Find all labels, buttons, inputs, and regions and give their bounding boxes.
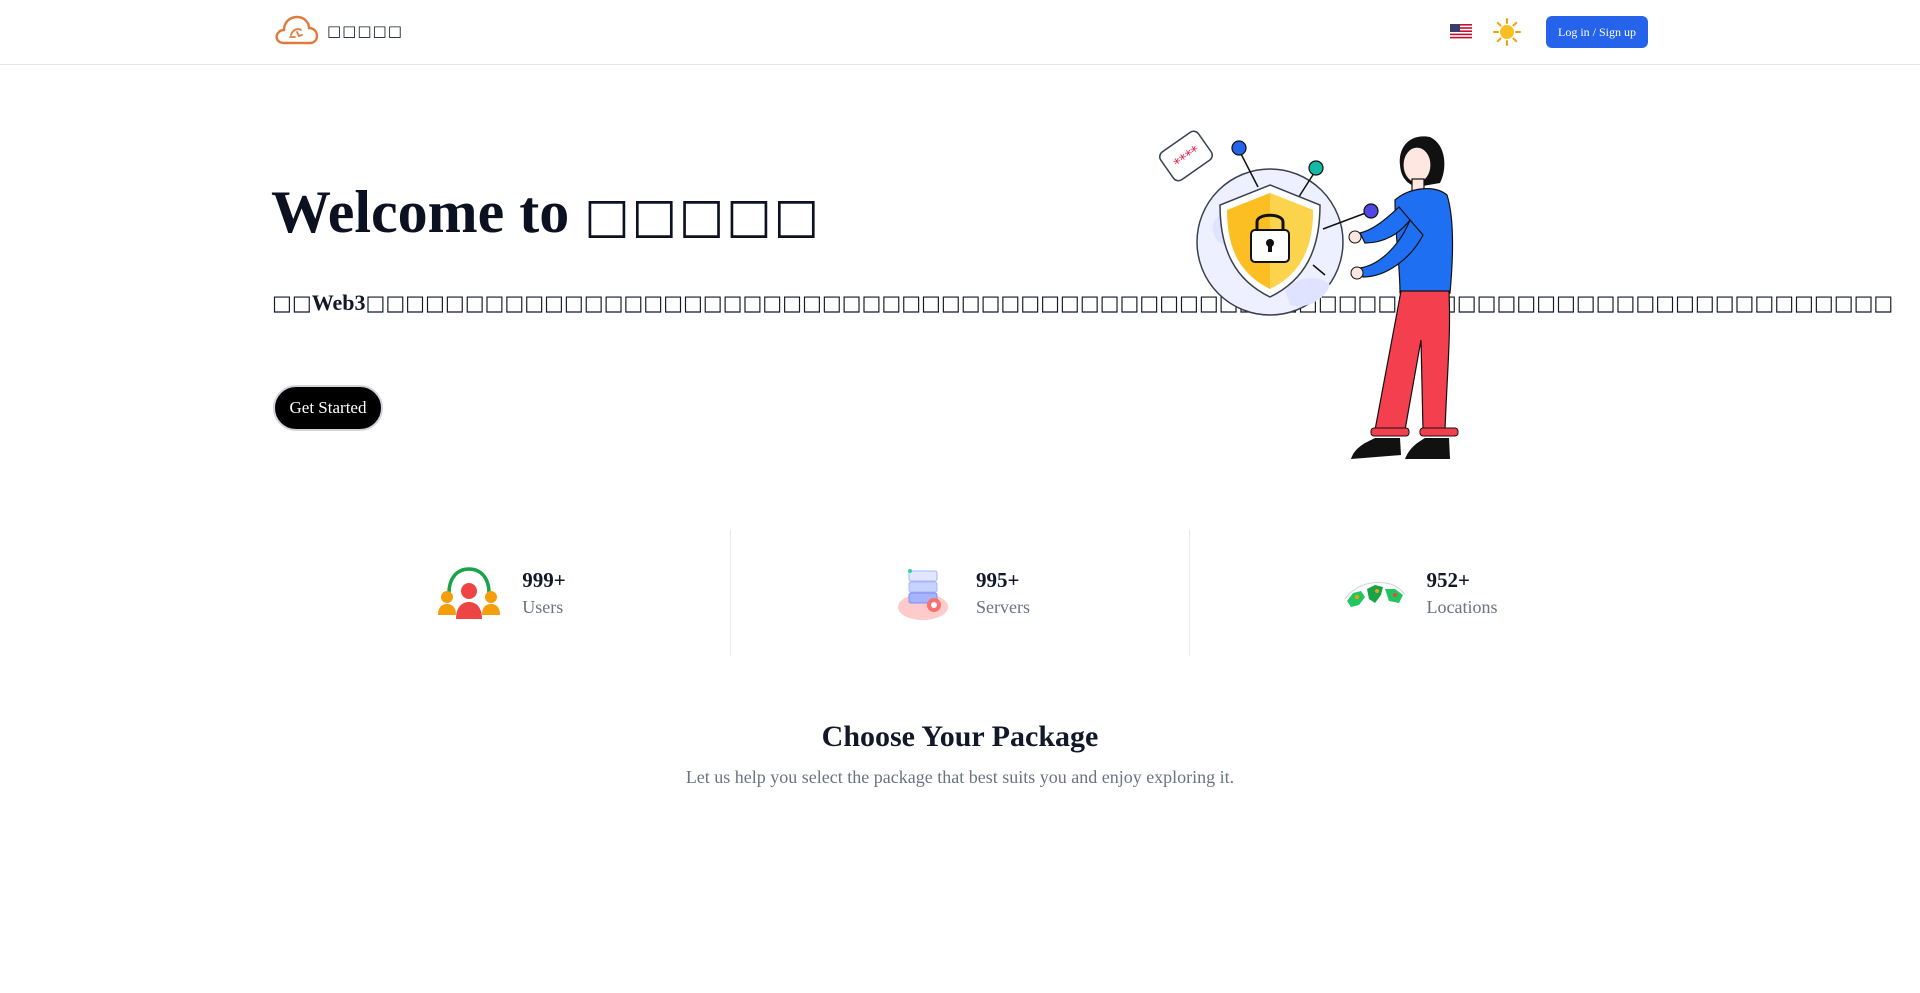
stat-servers-text: 995+ Servers	[976, 566, 1030, 620]
brand-name: □□□□□	[327, 22, 403, 40]
security-shield-woman-illustration: ****	[1159, 130, 1459, 459]
stat-locations-label: Locations	[1426, 597, 1498, 617]
stat-locations: 952+ Locations	[1190, 530, 1648, 656]
packages-title: Choose Your Package	[821, 720, 1099, 753]
stat-users-label: Users	[522, 597, 564, 617]
stat-users: 999+ Users	[272, 530, 731, 656]
stats-row: 999+ Users 995+ Servers 952+ Locations	[272, 530, 1648, 656]
stat-locations-text: 952+ Locations	[1427, 566, 1498, 620]
stat-users-text: 999+ Users	[522, 566, 565, 620]
password-bubble-icon: ****	[1159, 130, 1213, 182]
hero-title: Welcome to □□□□□	[271, 178, 821, 247]
stat-servers-label: Servers	[976, 597, 1030, 617]
brand-home-link[interactable]: □□□□□	[273, 13, 403, 49]
hero-desc-rest: □□□□□□□□□□□□□□□□□□□□□□□□□□□□□□□□□□□□□□□□…	[365, 291, 1894, 315]
users-icon	[438, 567, 501, 619]
stat-locations-value: 952+	[1426, 568, 1470, 592]
login-signup-button[interactable]: Log in / Sign up	[1545, 16, 1648, 48]
hero-desc-lead: □□	[272, 291, 312, 315]
stat-servers-value: 995+	[976, 568, 1020, 592]
us-flag-icon[interactable]	[1449, 24, 1472, 40]
servers-icon	[898, 569, 948, 620]
hero-title-brand: □□□□□	[584, 188, 821, 244]
sun-icon[interactable]	[1492, 17, 1522, 47]
stat-users-value: 999+	[522, 568, 566, 592]
hero-desc-bold: Web3	[311, 290, 366, 315]
world-map-icon	[1344, 582, 1405, 607]
packages-subtitle: Let us help you select the package that …	[685, 767, 1235, 787]
top-navbar: □□□□□ Log in / Sign up	[0, 0, 1920, 65]
header-actions: Log in / Sign up	[1449, 16, 1648, 48]
get-started-button[interactable]: Get Started	[273, 385, 383, 431]
hero-description: □□Web3□□□□□□□□□□□□□□□□□□□□□□□□□□□□□□□□□□…	[272, 286, 1893, 320]
cloud-logo-icon	[275, 15, 319, 45]
hero-title-prefix: Welcome to	[271, 179, 585, 245]
stat-servers: 995+ Servers	[731, 530, 1190, 656]
